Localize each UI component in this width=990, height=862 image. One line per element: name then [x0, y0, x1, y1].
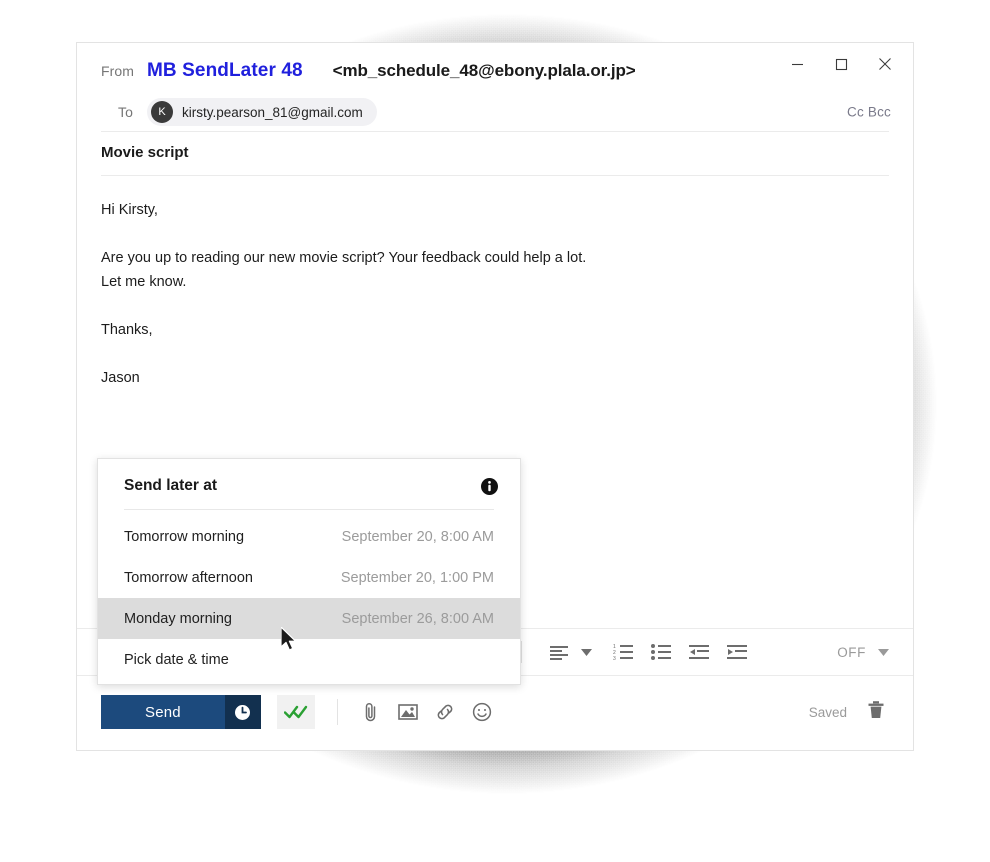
saved-status: Saved: [808, 704, 847, 720]
align-left-icon[interactable]: [544, 637, 574, 667]
option-label: Tomorrow afternoon: [124, 569, 253, 586]
numbered-list-icon[interactable]: 1 2 3: [608, 637, 638, 667]
info-icon[interactable]: [481, 477, 498, 495]
screen: From MB SendLater 48 <mb_schedule_48@ebo…: [0, 0, 990, 862]
body-line-1: Are you up to reading our new movie scri…: [101, 250, 587, 266]
send-button[interactable]: Send: [101, 695, 225, 729]
from-display-name[interactable]: MB SendLater 48: [147, 60, 303, 82]
option-datetime: September 20, 8:00 AM: [341, 528, 494, 545]
emoji-icon[interactable]: [465, 695, 499, 729]
link-icon[interactable]: [428, 695, 462, 729]
recipient-email: kirsty.pearson_81@gmail.com: [182, 104, 363, 120]
clock-icon[interactable]: [224, 695, 261, 729]
to-label: To: [118, 104, 133, 120]
option-label: Pick date & time: [124, 651, 229, 668]
from-row: From MB SendLater 48 <mb_schedule_48@ebo…: [77, 43, 913, 93]
off-chevron-down-icon: [878, 648, 889, 656]
recipient-chip[interactable]: K kirsty.pearson_81@gmail.com: [147, 98, 377, 126]
svg-text:3: 3: [613, 656, 616, 660]
option-datetime: September 20, 1:00 PM: [340, 569, 494, 586]
send-later-option-tomorrow-morning[interactable]: Tomorrow morning September 20, 8:00 AM: [98, 516, 520, 557]
from-address: <mb_schedule_48@ebony.plala.or.jp>: [332, 61, 636, 80]
avatar: K: [151, 101, 173, 123]
toolbar-divider: [521, 641, 522, 663]
chevron-down-icon[interactable]: [578, 637, 594, 667]
tracking-toggle[interactable]: OFF: [837, 645, 889, 660]
body-line-greeting: Hi Kirsty,: [101, 202, 158, 218]
body-line-thanks: Thanks,: [101, 322, 153, 338]
compose-window: From MB SendLater 48 <mb_schedule_48@ebo…: [76, 42, 914, 751]
action-bar-divider: [336, 699, 338, 725]
subject-field[interactable]: Movie script: [77, 132, 913, 175]
decrease-indent-icon[interactable]: [684, 637, 714, 667]
send-later-options: Tomorrow morning September 20, 8:00 AM T…: [98, 510, 520, 684]
from-label: From: [101, 63, 135, 79]
body-paragraph: Are you up to reading our new movie scri…: [101, 246, 889, 294]
attachment-icon[interactable]: [354, 695, 388, 729]
trash-icon[interactable]: [867, 700, 885, 725]
mouse-pointer: [280, 626, 301, 660]
increase-indent-icon[interactable]: [722, 637, 752, 667]
option-label: Monday morning: [124, 610, 232, 627]
to-row: To K kirsty.pearson_81@gmail.com Cc Bcc: [77, 93, 913, 131]
double-check-icon[interactable]: [276, 695, 315, 729]
image-icon[interactable]: [391, 695, 425, 729]
option-label: Tomorrow morning: [124, 528, 245, 545]
action-bar-right: Saved: [809, 700, 889, 725]
off-label: OFF: [837, 644, 866, 660]
send-later-popup: Send later at Tomorrow morning September…: [97, 458, 521, 685]
action-bar: Send Saved: [77, 674, 913, 750]
bulleted-list-icon[interactable]: [646, 637, 676, 667]
send-later-option-monday-morning[interactable]: Monday morning September 26, 8:00 AM: [98, 598, 520, 639]
send-button-group: Send: [101, 695, 261, 729]
body-line-2: Let me know.: [101, 274, 187, 290]
cc-bcc-toggle[interactable]: Cc Bcc: [847, 105, 891, 120]
option-datetime: September 26, 8:00 AM: [341, 610, 494, 627]
popup-header: Send later at: [98, 459, 520, 509]
send-later-option-tomorrow-afternoon[interactable]: Tomorrow afternoon September 20, 1:00 PM: [98, 557, 520, 598]
message-body[interactable]: Hi Kirsty, Are you up to reading our new…: [77, 176, 913, 390]
popup-title: Send later at: [124, 477, 218, 494]
body-line-signature: Jason: [101, 370, 140, 386]
send-later-option-pick-date-time[interactable]: Pick date & time: [98, 639, 520, 680]
